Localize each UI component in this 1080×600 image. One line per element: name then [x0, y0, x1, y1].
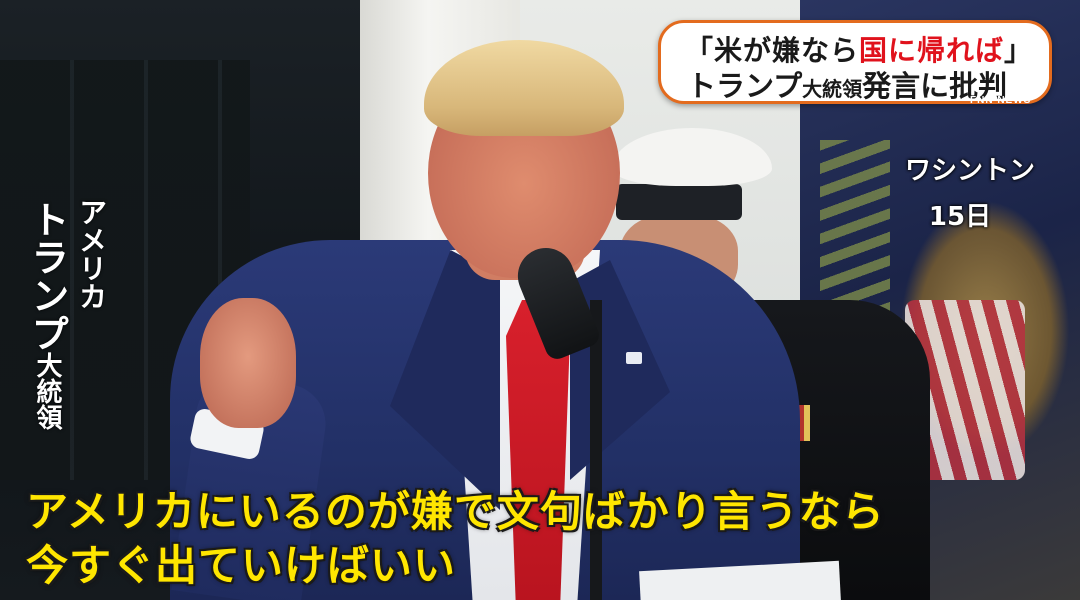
flag-pin — [626, 352, 642, 364]
speaker-name-block: トランプ大統領 — [24, 200, 70, 430]
date-label: 15日 — [928, 202, 992, 232]
location-label: ワシントン — [904, 156, 1035, 186]
headline-line-2: トランプ大統領発言に批判 — [687, 63, 1007, 105]
headline-quote-end: 」 — [1004, 34, 1034, 67]
speaker-title: 大統領 — [32, 352, 62, 430]
speaker-fist — [200, 298, 296, 428]
headline-subject: トランプ — [687, 69, 803, 103]
subtitle-line-2: 今すぐ出ていけばいい — [26, 541, 457, 590]
speaker-country: アメリカ — [75, 198, 108, 310]
speaker-name: トランプ — [25, 200, 69, 352]
subtitle-line-1: アメリカにいるのが嫌で文句ばかり言うなら — [26, 487, 885, 536]
network-logo: FNN NEWS — [970, 95, 1032, 106]
headline-subject-title: 大統領 — [802, 77, 863, 101]
marine-cap-band — [616, 184, 742, 220]
headline-caption: 「米が嫌なら国に帰れば」 トランプ大統領発言に批判 — [658, 20, 1052, 104]
